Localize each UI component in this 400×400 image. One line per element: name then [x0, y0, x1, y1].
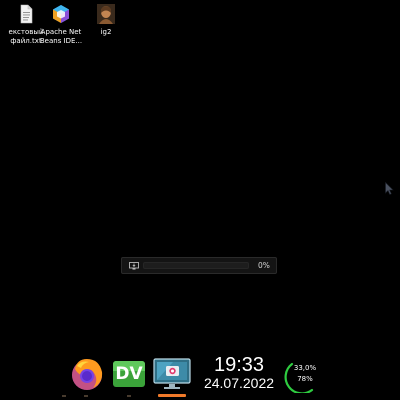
firefox-icon[interactable] — [69, 356, 105, 392]
mouse-cursor-icon — [385, 182, 394, 195]
progress-bar — [143, 262, 249, 269]
running-indicator — [84, 395, 88, 397]
dv-app-button[interactable]: DV — [112, 359, 146, 389]
progress-dialog[interactable]: 0% — [121, 257, 277, 274]
clock-time[interactable]: 19:33 — [200, 355, 278, 375]
image-thumbnail-icon — [97, 4, 115, 24]
screenshot-app-icon[interactable] — [153, 358, 191, 390]
running-indicator — [127, 395, 131, 397]
memory-usage-value: 78% — [297, 375, 313, 383]
progress-percent-label: 0% — [258, 261, 270, 270]
netbeans-icon — [53, 5, 69, 23]
cpu-usage-value: 33,0% — [293, 364, 317, 372]
monitor-icon — [129, 261, 139, 269]
clock-date[interactable]: 24.07.2022 — [196, 375, 282, 391]
dv-label: DV — [115, 364, 143, 384]
desktop-icon-ig2[interactable]: ig2 — [80, 4, 132, 37]
active-window-indicator — [158, 394, 186, 397]
text-file-icon — [20, 4, 33, 24]
desktop-icon-label: ig2 — [100, 28, 112, 36]
running-indicator — [62, 395, 66, 397]
